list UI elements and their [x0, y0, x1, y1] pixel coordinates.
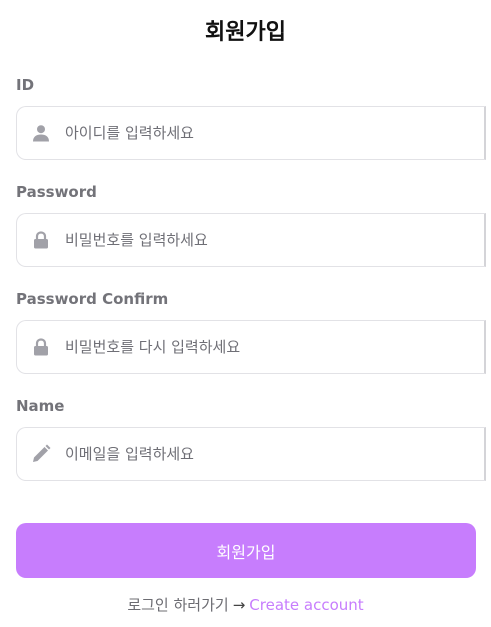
- footer: 로그인 하러가기 → Create account: [0, 594, 491, 615]
- id-input[interactable]: [63, 123, 447, 143]
- lock-icon: [31, 337, 51, 357]
- id-field: [16, 106, 486, 160]
- go-to-login-text: 로그인 하러가기: [127, 596, 229, 614]
- password-label: Password: [16, 183, 97, 201]
- password-field: [16, 213, 486, 267]
- name-input[interactable]: [63, 444, 447, 464]
- password-confirm-input[interactable]: [63, 337, 447, 357]
- password-confirm-label: Password Confirm: [16, 290, 169, 308]
- page-title: 회원가입: [205, 20, 286, 45]
- user-icon: [31, 123, 51, 143]
- name-label: Name: [16, 397, 65, 415]
- pencil-icon: [31, 444, 51, 464]
- signup-button[interactable]: 회원가입: [16, 523, 476, 578]
- arrow-right-icon: →: [232, 596, 246, 614]
- name-field: [16, 427, 486, 481]
- id-label: ID: [16, 76, 35, 94]
- signup-page: 회원가입 ID Password Password Confirm: [0, 0, 491, 627]
- password-input[interactable]: [63, 230, 447, 250]
- lock-icon: [31, 230, 51, 250]
- password-confirm-field: [16, 320, 486, 374]
- create-account-link[interactable]: Create account: [249, 596, 363, 614]
